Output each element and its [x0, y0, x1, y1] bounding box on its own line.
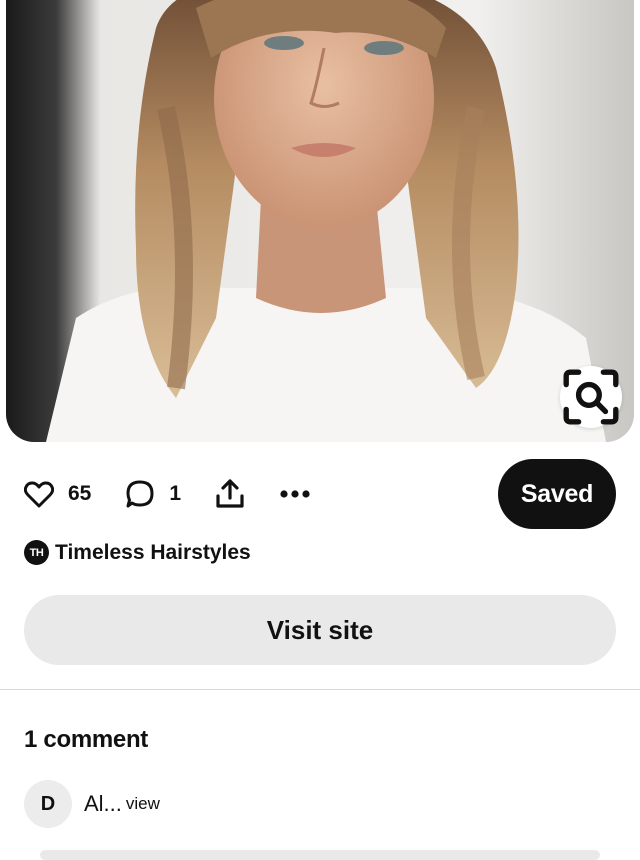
heart-icon: [24, 480, 54, 507]
saved-button[interactable]: Saved: [498, 459, 616, 529]
share-icon: [216, 479, 244, 508]
board-avatar: TH: [24, 540, 49, 565]
like-count: 65: [68, 482, 92, 505]
visual-search-button[interactable]: [560, 366, 622, 428]
comment-text: Al...: [84, 791, 122, 816]
more-icon: [280, 490, 310, 498]
board-link[interactable]: TH Timeless Hairstyles: [24, 540, 251, 565]
board-name: Timeless Hairstyles: [55, 540, 251, 564]
portrait-photo: [6, 0, 634, 442]
more-options-button[interactable]: [279, 489, 311, 499]
comments-heading: 1 comment: [24, 726, 149, 753]
visual-search-icon: [563, 369, 619, 425]
like-button[interactable]: 65: [24, 480, 92, 508]
visit-site-button[interactable]: Visit site: [24, 595, 616, 665]
comment-button[interactable]: 1: [125, 479, 181, 509]
pin-image[interactable]: [6, 0, 634, 442]
view-more-link[interactable]: view: [126, 794, 160, 814]
comment-item[interactable]: D Al... view: [24, 780, 160, 828]
add-comment-field[interactable]: [40, 850, 600, 860]
divider: [0, 689, 640, 690]
pin-actions: 65 1 Saved: [24, 459, 616, 529]
comment-icon: [126, 480, 154, 508]
share-button[interactable]: [215, 478, 245, 510]
commenter-avatar[interactable]: D: [24, 780, 72, 828]
comment-count: 1: [169, 482, 182, 505]
